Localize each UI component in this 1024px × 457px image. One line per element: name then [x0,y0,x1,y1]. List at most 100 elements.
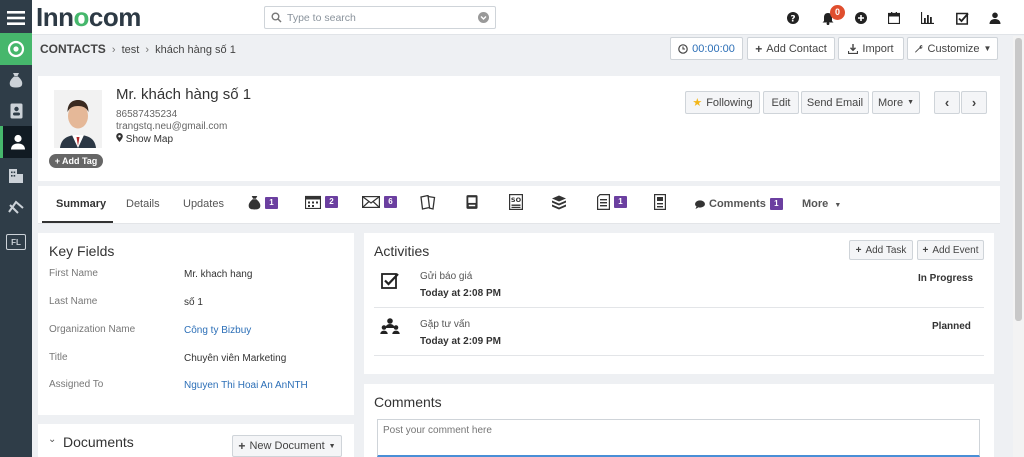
download-icon [848,43,859,54]
task-checkbox-icon [381,272,399,293]
menu-icon[interactable] [0,2,32,34]
contact-avatar [54,90,102,148]
edit-button[interactable]: Edit [763,91,799,114]
map-marker-icon [116,133,123,142]
dashboard-icon[interactable] [0,33,32,65]
tab-sales-orders[interactable]: SO [509,194,524,213]
marketing-icon[interactable] [0,191,32,223]
breadcrumb-parent[interactable]: test [122,44,140,56]
tasks-checkbox-icon[interactable] [953,9,971,27]
show-map-label: Show Map [125,134,174,145]
add-tag-label: Add Tag [61,156,98,166]
contact-email[interactable]: trangstq.neu@gmail.com [116,121,227,132]
help-icon[interactable]: ? [784,9,802,27]
add-tag-button[interactable]: + Add Tag [49,154,103,168]
send-email-button[interactable]: Send Email [801,91,869,114]
timer-button[interactable]: 00:00:00 [670,37,743,60]
new-document-button[interactable]: + New Document ▼ [232,435,342,457]
breadcrumb-module[interactable]: CONTACTS [40,42,106,56]
tab-cases[interactable] [654,194,667,213]
app-logo[interactable]: Innocom [36,4,141,31]
tab-more[interactable]: More ▼ [802,198,841,210]
customize-button[interactable]: Customize ▼ [907,37,998,60]
tab-products[interactable] [551,195,567,213]
tab-emails[interactable]: 6 [362,196,397,208]
last-name-value[interactable]: số 1 [184,297,203,308]
tickets-icon [420,194,436,210]
contacts-book-icon[interactable] [0,95,32,127]
active-tab-indicator [42,221,113,223]
moneybag-icon [248,196,261,210]
activity-status[interactable]: In Progress [918,273,973,284]
activity-title[interactable]: Gửi báo giá [420,271,472,282]
add-task-button[interactable]: + Add Task [849,240,913,260]
title-value[interactable]: Chuyên viên Marketing [184,353,286,364]
field-label: Organization Name [49,324,136,335]
sales-order-icon: SO [509,194,524,211]
add-event-button[interactable]: + Add Event [917,240,984,260]
tab-contacts-book[interactable] [466,194,478,213]
contact-phone[interactable]: 86587435234 [116,109,177,120]
top-bar: Innocom Type to search ? 0 [32,0,1024,35]
chevron-down-circle-icon[interactable] [478,12,489,26]
activity-time: Today at 2:08 PM [420,288,501,299]
tab-summary[interactable]: Summary [56,198,106,210]
svg-text:SO: SO [511,196,522,204]
calendar-icon [305,195,321,209]
comments-tab-label: Comments [709,198,766,210]
search-input[interactable]: Type to search [264,6,496,29]
tab-documents[interactable]: 1 [597,194,627,210]
comments-title: Comments [374,394,442,410]
new-document-label: New Document [249,440,325,452]
user-profile-icon[interactable] [986,9,1004,27]
key-fields-title: Key Fields [49,243,115,259]
calendar-icon[interactable] [885,9,903,27]
search-placeholder: Type to search [287,12,356,24]
following-button[interactable]: ★ Following [685,91,760,114]
timer-label: 00:00:00 [692,42,735,55]
first-name-value[interactable]: Mr. khach hang [184,269,252,280]
show-map-link[interactable]: Show Map [116,133,173,145]
previous-record-button[interactable]: ‹ [934,91,960,114]
comment-input[interactable] [377,419,980,457]
activity-title[interactable]: Gặp tư vấn [420,319,470,330]
tab-deals[interactable]: 1 [248,195,278,210]
deals-moneybag-icon[interactable] [0,64,32,96]
documents-title: Documents [63,434,134,450]
organization-building-icon[interactable] [0,160,32,192]
tab-updates[interactable]: Updates [183,198,224,210]
activity-status[interactable]: Planned [932,321,971,332]
page-scrollbar[interactable] [1013,36,1024,457]
next-record-button[interactable]: › [961,91,987,114]
notification-badge: 0 [830,5,845,20]
reports-chart-icon[interactable] [918,9,936,27]
calendar-count-badge: 2 [325,196,338,208]
organization-link[interactable]: Công ty Bizbuy [184,325,251,336]
field-label: First Name [49,268,98,279]
contacts-book-icon [466,195,478,209]
assigned-to-link[interactable]: Nguyen Thi Hoai An AnNTH [184,380,308,391]
chevron-right-icon: › [145,44,150,56]
tab-comments[interactable]: Comments 1 [695,198,783,210]
activity-time: Today at 2:09 PM [420,336,501,347]
add-circle-icon[interactable] [852,9,870,27]
comment-bubble-icon [695,199,705,209]
star-icon: ★ [692,97,703,109]
tab-quotes[interactable] [420,194,436,213]
plus-icon: + [855,244,862,256]
scrollbar-thumb[interactable] [1015,38,1022,321]
field-label: Assigned To [49,379,104,390]
tab-calendar[interactable]: 2 [305,195,338,209]
following-label: Following [706,96,753,109]
breadcrumb: CONTACTS › test › khách hàng số 1 [40,42,236,56]
chevron-down-icon[interactable]: ⌄ [48,434,56,445]
fl-icon[interactable]: FL [0,226,32,258]
email-count-badge: 6 [384,196,397,208]
contacts-person-icon[interactable] [0,126,32,158]
add-contact-button[interactable]: + Add Contact [747,37,835,60]
import-button[interactable]: Import [838,37,904,60]
comments-count-badge: 1 [769,198,783,210]
activity-divider [374,307,984,308]
more-actions-button[interactable]: More ▼ [872,91,920,114]
tab-details[interactable]: Details [126,198,160,210]
